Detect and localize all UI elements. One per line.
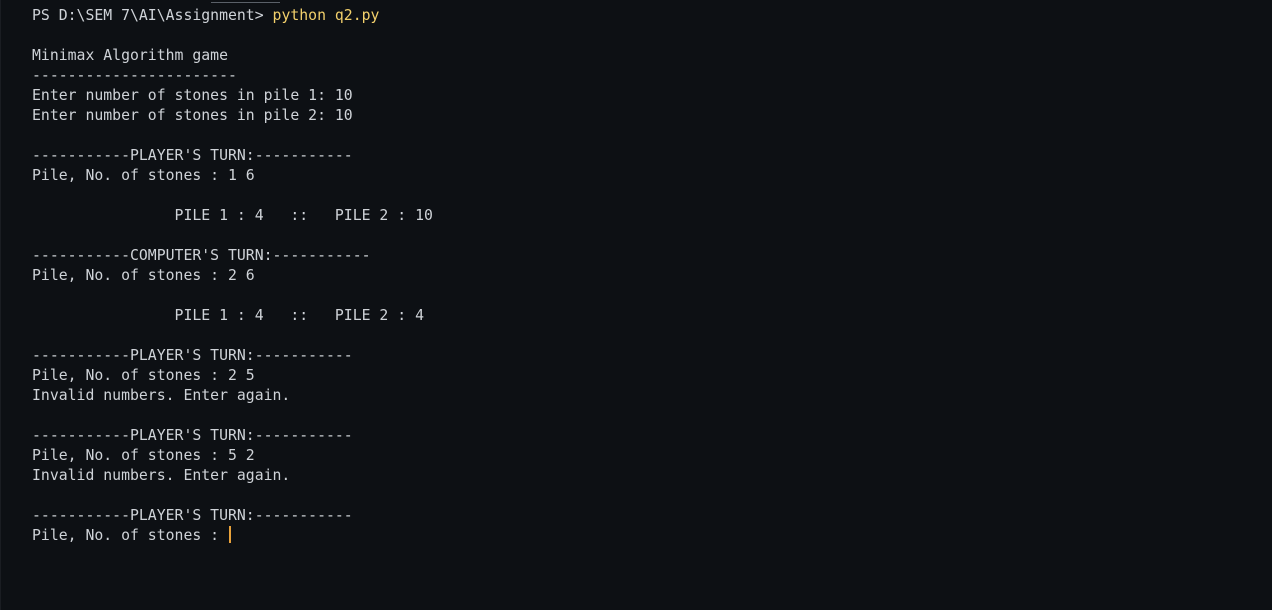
output-line: -----------COMPUTER'S TURN:----------- <box>32 247 371 264</box>
output-line: Minimax Algorithm game <box>32 47 228 64</box>
output-line: Invalid numbers. Enter again. <box>32 467 291 484</box>
output-line: Pile, No. of stones : 2 5 <box>32 367 255 384</box>
terminal-output: PS D:\SEM 7\AI\Assignment> python q2.py … <box>32 6 433 546</box>
output-line: Invalid numbers. Enter again. <box>32 387 291 404</box>
output-line: PILE 1 : 4 :: PILE 2 : 4 <box>32 307 424 324</box>
output-line: Pile, No. of stones : 2 6 <box>32 267 255 284</box>
output-line: -----------PLAYER'S TURN:----------- <box>32 427 353 444</box>
terminal-window[interactable]: PS D:\SEM 7\AI\Assignment> python q2.py … <box>0 0 1272 610</box>
input-prompt: Pile, No. of stones : <box>32 527 228 544</box>
input-line[interactable]: Pile, No. of stones : <box>32 526 433 546</box>
output-line: Enter number of stones in pile 2: 10 <box>32 107 353 124</box>
output-line: Enter number of stones in pile 1: 10 <box>32 87 353 104</box>
tab-indicator <box>211 2 280 3</box>
output-line: ----------------------- <box>32 67 237 84</box>
text-cursor <box>229 526 231 543</box>
shell-prompt: PS D:\SEM 7\AI\Assignment> <box>32 7 273 24</box>
output-line: -----------PLAYER'S TURN:----------- <box>32 147 353 164</box>
output-line: Pile, No. of stones : 1 6 <box>32 167 255 184</box>
output-line: PILE 1 : 4 :: PILE 2 : 10 <box>32 207 433 224</box>
output-line: -----------PLAYER'S TURN:----------- <box>32 347 353 364</box>
output-line: Pile, No. of stones : 5 2 <box>32 447 255 464</box>
command-line: PS D:\SEM 7\AI\Assignment> python q2.py <box>32 6 433 26</box>
command-text: python q2.py <box>272 7 380 24</box>
output-line: -----------PLAYER'S TURN:----------- <box>32 507 353 524</box>
